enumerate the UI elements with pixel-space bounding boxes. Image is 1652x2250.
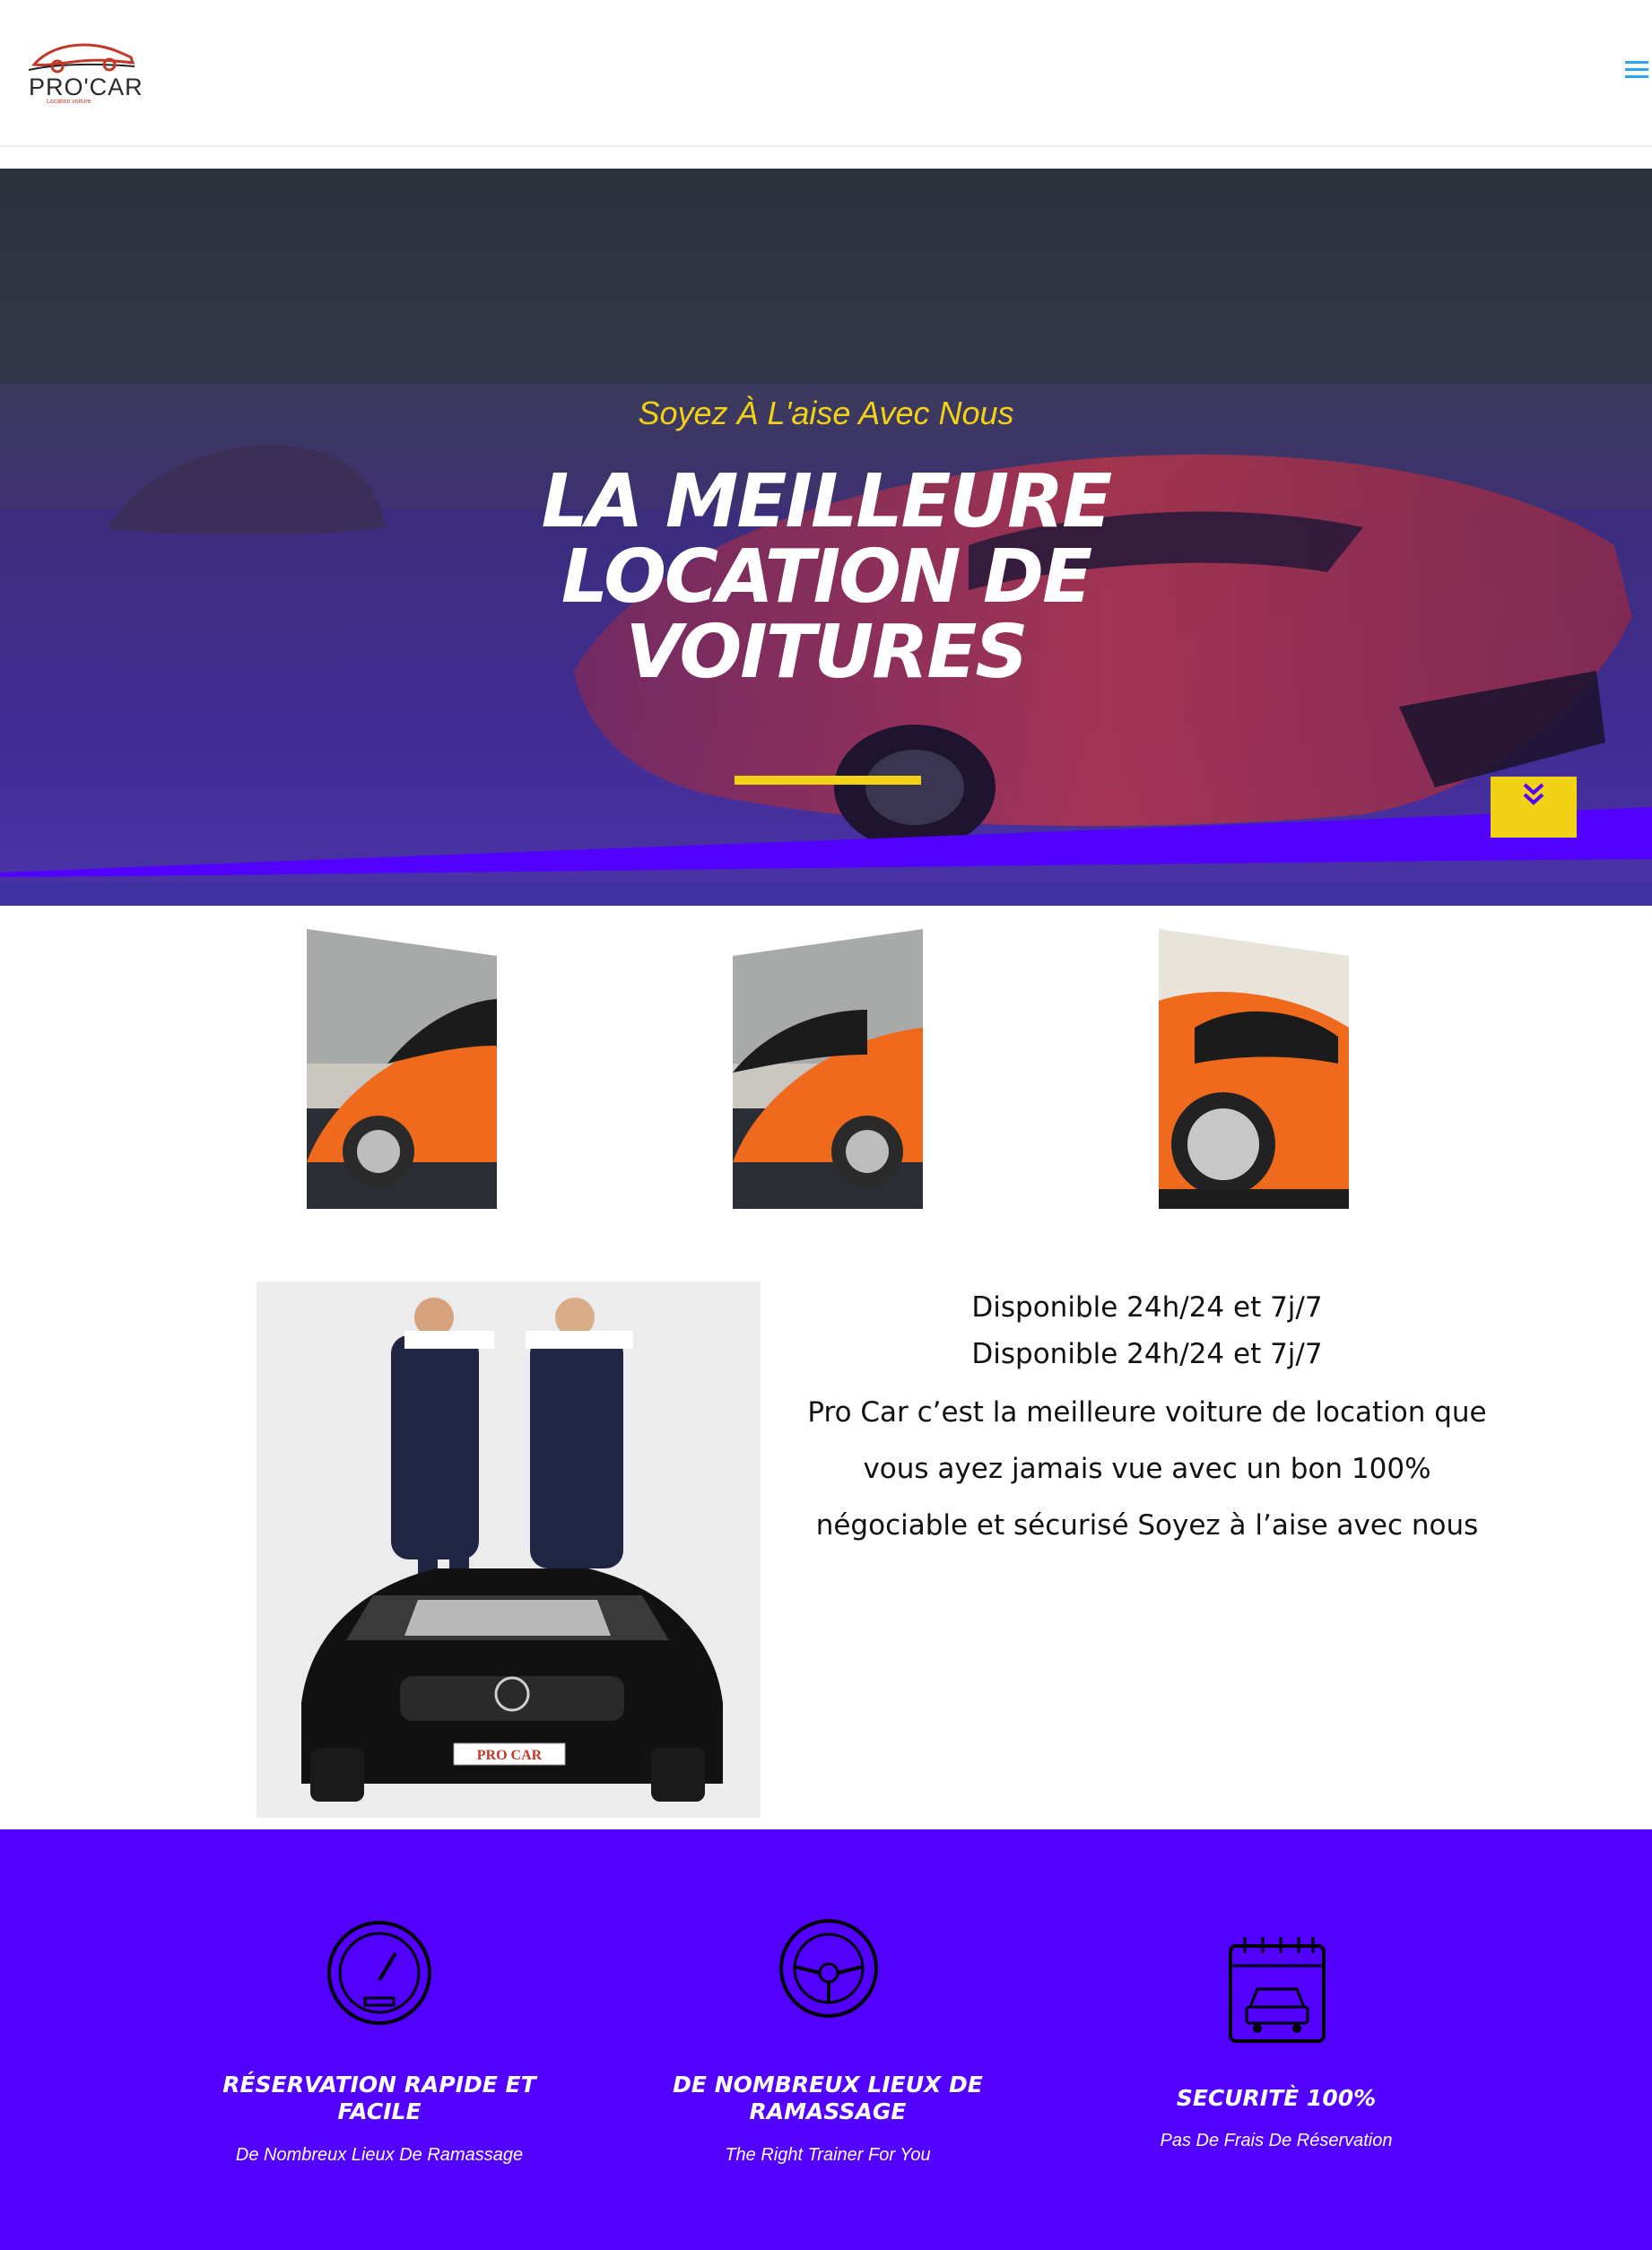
hamburger-menu-icon[interactable]	[1625, 61, 1648, 81]
hero-divider	[735, 776, 921, 785]
logo-text: PRO'CAR	[29, 74, 143, 100]
feature-title: SECURITÈ 100%	[1176, 2085, 1377, 2111]
gallery-item-1[interactable]	[307, 929, 497, 1209]
availability-line-2: Disponible 24h/24 et 7j/7	[971, 1338, 1323, 1370]
hero-subtitle: Soyez À L'aise Avec Nous	[638, 395, 1014, 431]
feature-text: Pas De Frais De Réservation	[1160, 2131, 1393, 2150]
availability-line-1: Disponible 24h/24 et 7j/7	[971, 1291, 1323, 1324]
scroll-down-button[interactable]	[1491, 777, 1577, 838]
logo-subtitle: Location voiture	[47, 99, 91, 105]
calendar-car-icon	[1229, 1937, 1326, 2043]
about-description: Pro Car c’est la meilleure voiture de lo…	[807, 1396, 1487, 1542]
site-header: PRO'CAR Location voiture	[0, 0, 1652, 147]
about-text-block: Disponible 24h/24 et 7j/7 Disponible 24h…	[805, 1284, 1489, 1554]
feature-text: The Right Trainer For You	[725, 2145, 931, 2165]
gallery-item-3[interactable]	[1159, 929, 1349, 1209]
orange-sports-car-image	[733, 929, 923, 1209]
orange-sports-car-rear-image	[1159, 929, 1349, 1209]
steering-wheel-icon	[779, 1919, 878, 2018]
license-plate-text: PRO CAR	[477, 1748, 543, 1763]
mechanics-with-black-car-image: PRO CAR	[256, 1281, 761, 1818]
double-chevron-down-icon	[1523, 783, 1544, 805]
speedometer-icon	[327, 1921, 431, 2025]
features-section: RÉSERVATION RAPIDE ET FACILE De Nombreux…	[0, 1829, 1652, 2250]
gallery-item-2[interactable]	[733, 929, 923, 1209]
hero-title: LA MEILLEURE LOCATION DE VOITURES	[541, 459, 1113, 695]
car-logo-icon	[28, 43, 135, 74]
feature-title: RÉSERVATION RAPIDE ET FACILE	[222, 2072, 536, 2124]
feature-text: De Nombreux Lieux De Ramassage	[235, 2145, 524, 2165]
hero-section: Soyez À L'aise Avec Nous LA MEILLEURE LO…	[0, 169, 1652, 906]
feature-title: DE NOMBREUX LIEUX DE RAMASSAGE	[673, 2072, 983, 2124]
orange-sports-car-image	[307, 929, 497, 1209]
logo[interactable]: PRO'CAR Location voiture	[27, 34, 143, 106]
